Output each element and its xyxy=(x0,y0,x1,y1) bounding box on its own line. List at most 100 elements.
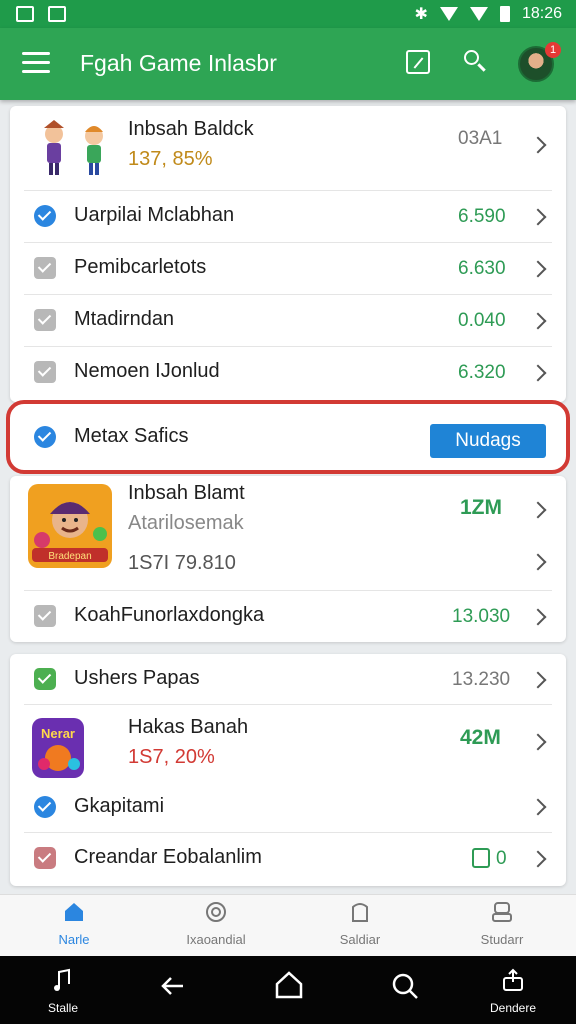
list-item-label: Creandar Eobalanlim xyxy=(74,846,262,868)
nav-label: Ixaoandial xyxy=(186,932,246,947)
game-title: Inbsah Blamt xyxy=(128,482,245,504)
chevron-right-icon[interactable] xyxy=(529,553,547,571)
signal-icon xyxy=(469,7,488,21)
list-item[interactable]: Gkapitami xyxy=(10,784,566,832)
nav-item-profile[interactable]: Studarr xyxy=(452,901,552,947)
highlighted-row[interactable]: Metax Safics Nudags xyxy=(6,400,570,474)
chevron-right-icon[interactable] xyxy=(529,850,547,868)
status-time: 18:26 xyxy=(521,5,562,22)
list-item[interactable]: Ushers Papas 13.230 xyxy=(10,654,566,704)
list-item-label: Pemibcarletots xyxy=(74,256,207,278)
stats-card: Inbsah Baldck 137, 85% 03A1 Uarpilai Mcl… xyxy=(10,106,566,402)
edit-icon[interactable] xyxy=(406,50,430,74)
checkbox-checked-icon[interactable] xyxy=(34,796,56,818)
list-item-label: KoahFunorlaxdongka xyxy=(74,604,265,626)
game-thumbnail: Nerar xyxy=(32,718,84,778)
app-title: Fgah Game Inlasbr xyxy=(80,50,277,76)
chevron-right-icon[interactable] xyxy=(529,260,547,278)
list-item-value: 0.040 xyxy=(458,310,506,331)
game-title: Inbsah Baldck xyxy=(128,118,254,140)
list-item-label: Ushers Papas xyxy=(74,667,200,689)
menu-icon[interactable] xyxy=(22,52,50,74)
game-row[interactable]: Bradepan Inbsah Blamt Atarilosemak 1S7I … xyxy=(10,476,566,588)
search-icon[interactable] xyxy=(464,50,486,72)
chevron-right-icon[interactable] xyxy=(529,364,547,382)
checkbox-icon[interactable] xyxy=(34,309,56,331)
list-item-value: 6.590 xyxy=(458,206,506,227)
highlighted-row-label: Metax Safics xyxy=(74,425,189,447)
nav-label: Narle xyxy=(58,932,90,947)
chevron-right-icon[interactable] xyxy=(529,671,547,689)
list-item-value: 13.230 xyxy=(452,669,511,690)
status-bar: ✱ 18:26 xyxy=(0,0,576,28)
back-button[interactable] xyxy=(138,974,208,1003)
characters-icon xyxy=(44,120,103,175)
game-header-row[interactable]: Inbsah Baldck 137, 85% 03A1 xyxy=(10,106,566,190)
system-nav-share[interactable]: Dendere xyxy=(478,968,548,1015)
list-item-label: Nemoen IJonlud xyxy=(74,360,220,382)
game-title: Hakas Banah xyxy=(128,716,249,738)
list-item-value: 0 xyxy=(496,848,507,869)
notification-badge: 1 xyxy=(545,42,561,58)
list-item-value: 6.320 xyxy=(458,362,506,383)
chevron-right-icon[interactable] xyxy=(529,608,547,626)
checkbox-checked-icon[interactable] xyxy=(34,205,56,227)
chevron-right-icon[interactable] xyxy=(529,733,547,751)
checkbox-checked-icon[interactable] xyxy=(34,426,56,448)
chevron-right-icon[interactable] xyxy=(529,312,547,330)
bluetooth-icon: ✱ xyxy=(414,6,428,23)
list-item[interactable]: Nemoen IJonlud 6.320 xyxy=(10,346,566,398)
game-value: 1ZM xyxy=(460,496,502,519)
list-item-label: Gkapitami xyxy=(74,795,165,817)
gallery-icon xyxy=(48,6,66,22)
checkbox-checked-icon[interactable] xyxy=(34,668,56,690)
game-row[interactable]: Nerar Hakas Banah 1S7, 20% 42M xyxy=(10,704,566,784)
chevron-right-icon[interactable] xyxy=(529,208,547,226)
action-button[interactable]: Nudags xyxy=(430,424,546,458)
search-button[interactable] xyxy=(370,972,440,1005)
app-bar: Fgah Game Inlasbr 1 xyxy=(0,28,576,100)
list-item[interactable]: Pemibcarletots 6.630 xyxy=(10,242,566,294)
list-item[interactable]: Creandar Eobalanlim 0 xyxy=(10,832,566,884)
checkbox-icon[interactable] xyxy=(34,361,56,383)
nav-item-home[interactable]: Narle xyxy=(24,901,124,947)
list-item-label: Mtadirndan xyxy=(74,308,175,330)
home-icon xyxy=(65,903,83,921)
game-stat: 1S7I 79.810 xyxy=(128,552,236,574)
home-outline-icon xyxy=(275,971,303,999)
game-thumbnail: Bradepan xyxy=(28,484,112,568)
game-value: 42M xyxy=(460,726,501,749)
system-nav-label: Dendere xyxy=(489,1001,537,1015)
system-nav-label: Stalle xyxy=(47,1001,79,1015)
profile-icon xyxy=(492,902,512,922)
music-icon xyxy=(54,968,70,991)
home-button[interactable] xyxy=(254,970,324,1005)
svg-text:Nerar: Nerar xyxy=(41,726,75,741)
nav-item-explore[interactable]: Ixaoandial xyxy=(166,901,266,947)
checkbox-icon[interactable] xyxy=(34,257,56,279)
photo-icon xyxy=(16,6,34,22)
chevron-right-icon[interactable] xyxy=(529,501,547,519)
chevron-right-icon[interactable] xyxy=(529,136,547,154)
battery-icon xyxy=(499,6,510,22)
game-percent: 137, 85% xyxy=(128,148,213,170)
checkbox-icon[interactable] xyxy=(34,605,56,627)
list-item[interactable]: Mtadirndan 0.040 xyxy=(10,294,566,346)
back-arrow-icon xyxy=(161,977,183,995)
nav-label: Saldiar xyxy=(339,932,381,947)
wifi-icon xyxy=(439,7,458,21)
game-value: 03A1 xyxy=(458,128,503,149)
game-card: Bradepan Inbsah Blamt Atarilosemak 1S7I … xyxy=(10,476,566,642)
checkbox-checked-icon[interactable] xyxy=(34,847,56,869)
nav-item-library[interactable]: Saldiar xyxy=(310,901,410,947)
search-icon xyxy=(392,973,418,999)
list-card: Ushers Papas 13.230 Nerar Hakas Banah 1S… xyxy=(10,654,566,886)
list-item[interactable]: KoahFunorlaxdongka 13.030 xyxy=(10,590,566,642)
list-item-value: 6.630 xyxy=(458,258,506,279)
list-item[interactable]: Uarpilai Mclabhan 6.590 xyxy=(10,190,566,242)
clipboard-icon xyxy=(472,848,490,868)
system-nav-music[interactable]: Stalle xyxy=(28,968,98,1015)
chevron-right-icon[interactable] xyxy=(529,798,547,816)
list-item-value: 13.030 xyxy=(452,606,511,627)
bottom-nav: Narle Ixaoandial Saldiar Studarr xyxy=(0,894,576,957)
